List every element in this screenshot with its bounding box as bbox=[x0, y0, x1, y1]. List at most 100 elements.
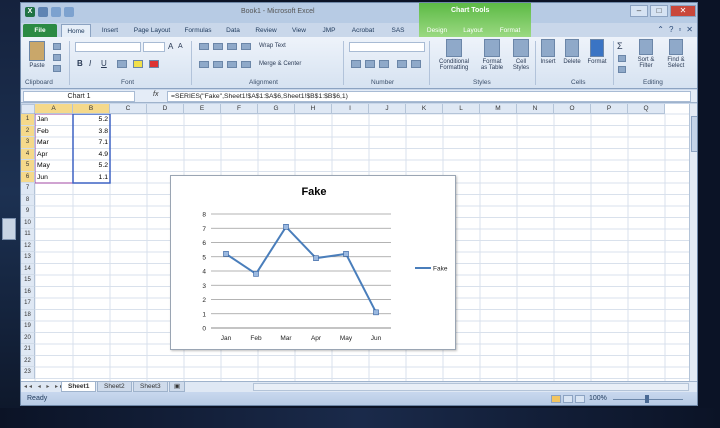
window-restore-icon[interactable]: ▫ bbox=[678, 25, 681, 34]
column-header-l[interactable]: L bbox=[443, 104, 480, 114]
row-header-7[interactable]: 7 bbox=[21, 183, 35, 195]
increase-decimal-icon[interactable] bbox=[397, 60, 407, 68]
tab-design[interactable]: Design bbox=[421, 24, 453, 37]
cell-a1[interactable]: Jan bbox=[35, 114, 73, 126]
align-right-icon[interactable] bbox=[227, 61, 237, 68]
sheet-nav-arrows[interactable]: ◂◂ ◂ ▸ ▸▸ bbox=[24, 383, 65, 390]
bold-button[interactable]: B bbox=[77, 59, 83, 68]
fill-color-icon[interactable] bbox=[133, 60, 143, 68]
column-header-b[interactable]: B bbox=[73, 104, 110, 114]
grow-font-button[interactable]: A bbox=[168, 42, 173, 51]
cut-icon[interactable] bbox=[53, 43, 61, 50]
underline-button[interactable]: U bbox=[101, 59, 107, 68]
row-header-10[interactable]: 10 bbox=[21, 217, 35, 229]
align-left-icon[interactable] bbox=[199, 61, 209, 68]
sheet-tab-sheet1[interactable]: Sheet1 bbox=[61, 382, 97, 392]
row-header-3[interactable]: 3 bbox=[21, 137, 35, 149]
cell-a2[interactable]: Feb bbox=[35, 126, 73, 138]
comma-icon[interactable] bbox=[379, 60, 389, 68]
column-header-j[interactable]: J bbox=[369, 104, 406, 114]
cell-a4[interactable]: Apr bbox=[35, 149, 73, 161]
align-top-icon[interactable] bbox=[199, 43, 209, 50]
format-painter-icon[interactable] bbox=[53, 65, 61, 72]
window-close-icon[interactable]: ✕ bbox=[686, 25, 693, 34]
italic-button[interactable]: I bbox=[89, 59, 91, 68]
column-header-k[interactable]: K bbox=[406, 104, 443, 114]
orientation-icon[interactable] bbox=[241, 43, 251, 50]
column-header-d[interactable]: D bbox=[147, 104, 184, 114]
row-header-20[interactable]: 20 bbox=[21, 332, 35, 344]
column-header-g[interactable]: G bbox=[258, 104, 295, 114]
cell-b2[interactable]: 3.8 bbox=[73, 126, 110, 138]
find-select-button[interactable]: Find & Select bbox=[661, 39, 691, 69]
tab-format[interactable]: Format bbox=[493, 24, 527, 37]
cell-b6[interactable]: 1.1 bbox=[73, 172, 110, 184]
wrap-text-button[interactable]: Wrap Text bbox=[259, 43, 286, 49]
zoom-level[interactable]: 100% bbox=[589, 395, 607, 402]
minimize-ribbon-icon[interactable]: ⌃ bbox=[657, 25, 664, 34]
page-break-view-icon[interactable] bbox=[575, 395, 585, 403]
cell-a5[interactable]: May bbox=[35, 160, 73, 172]
row-header-19[interactable]: 19 bbox=[21, 321, 35, 333]
name-box[interactable]: Chart 1 bbox=[23, 91, 135, 102]
cell-b5[interactable]: 5.2 bbox=[73, 160, 110, 172]
font-size-dropdown[interactable] bbox=[143, 42, 165, 52]
normal-view-icon[interactable] bbox=[551, 395, 561, 403]
column-header-i[interactable]: I bbox=[332, 104, 369, 114]
align-bottom-icon[interactable] bbox=[227, 43, 237, 50]
minimize-button[interactable]: – bbox=[630, 5, 648, 17]
cell-a3[interactable]: Mar bbox=[35, 137, 73, 149]
tab-home[interactable]: Home bbox=[61, 24, 91, 37]
conditional-formatting-button[interactable]: Conditional Formatting bbox=[433, 39, 475, 71]
tab-layout[interactable]: Layout bbox=[457, 24, 489, 37]
row-header-18[interactable]: 18 bbox=[21, 309, 35, 321]
tab-insert[interactable]: Insert bbox=[95, 24, 125, 37]
column-header-p[interactable]: P bbox=[591, 104, 628, 114]
redo-icon[interactable] bbox=[64, 7, 74, 17]
sheet-tab-sheet2[interactable]: Sheet2 bbox=[97, 382, 132, 392]
row-header-2[interactable]: 2 bbox=[21, 125, 35, 137]
help-icon[interactable]: ? bbox=[669, 25, 673, 34]
row-header-12[interactable]: 12 bbox=[21, 240, 35, 252]
tab-view[interactable]: View bbox=[285, 24, 313, 37]
tab-review[interactable]: Review bbox=[249, 24, 283, 37]
row-header-22[interactable]: 22 bbox=[21, 355, 35, 367]
vertical-scroll-thumb[interactable] bbox=[691, 116, 697, 152]
row-header-11[interactable]: 11 bbox=[21, 229, 35, 241]
cell-b1[interactable]: 5.2 bbox=[73, 114, 110, 126]
paste-button[interactable]: Paste bbox=[25, 41, 49, 69]
row-header-4[interactable]: 4 bbox=[21, 148, 35, 160]
cell-a6[interactable]: Jun bbox=[35, 172, 73, 184]
insert-sheet-icon[interactable]: ▣ bbox=[169, 382, 186, 392]
save-icon[interactable] bbox=[38, 7, 48, 17]
tab-acrobat[interactable]: Acrobat bbox=[345, 24, 381, 37]
close-button[interactable]: ✕ bbox=[670, 5, 696, 17]
copy-icon[interactable] bbox=[53, 54, 61, 61]
row-header-8[interactable]: 8 bbox=[21, 194, 35, 206]
align-center-icon[interactable] bbox=[213, 61, 223, 68]
merge-center-button[interactable]: Merge & Center bbox=[259, 61, 301, 67]
fill-icon[interactable] bbox=[618, 55, 626, 62]
number-format-dropdown[interactable] bbox=[349, 42, 425, 52]
column-header-q[interactable]: Q bbox=[628, 104, 665, 114]
row-header-14[interactable]: 14 bbox=[21, 263, 35, 275]
row-header-15[interactable]: 15 bbox=[21, 275, 35, 287]
cell-b3[interactable]: 7.1 bbox=[73, 137, 110, 149]
currency-icon[interactable] bbox=[351, 60, 361, 68]
format-as-table-button[interactable]: Format as Table bbox=[477, 39, 507, 71]
delete-cells-button[interactable]: Delete bbox=[561, 39, 583, 65]
column-header-a[interactable]: A bbox=[35, 104, 73, 114]
column-header-m[interactable]: M bbox=[480, 104, 517, 114]
align-middle-icon[interactable] bbox=[213, 43, 223, 50]
autosum-icon[interactable]: Σ bbox=[617, 41, 623, 51]
clear-icon[interactable] bbox=[618, 66, 626, 73]
shrink-font-button[interactable]: A bbox=[178, 43, 183, 50]
row-header-17[interactable]: 17 bbox=[21, 298, 35, 310]
font-color-icon[interactable] bbox=[149, 60, 159, 68]
column-header-f[interactable]: F bbox=[221, 104, 258, 114]
page-layout-view-icon[interactable] bbox=[563, 395, 573, 403]
font-name-dropdown[interactable] bbox=[75, 42, 141, 52]
column-header-o[interactable]: O bbox=[554, 104, 591, 114]
column-header-c[interactable]: C bbox=[110, 104, 147, 114]
horizontal-scrollbar[interactable] bbox=[253, 383, 689, 391]
